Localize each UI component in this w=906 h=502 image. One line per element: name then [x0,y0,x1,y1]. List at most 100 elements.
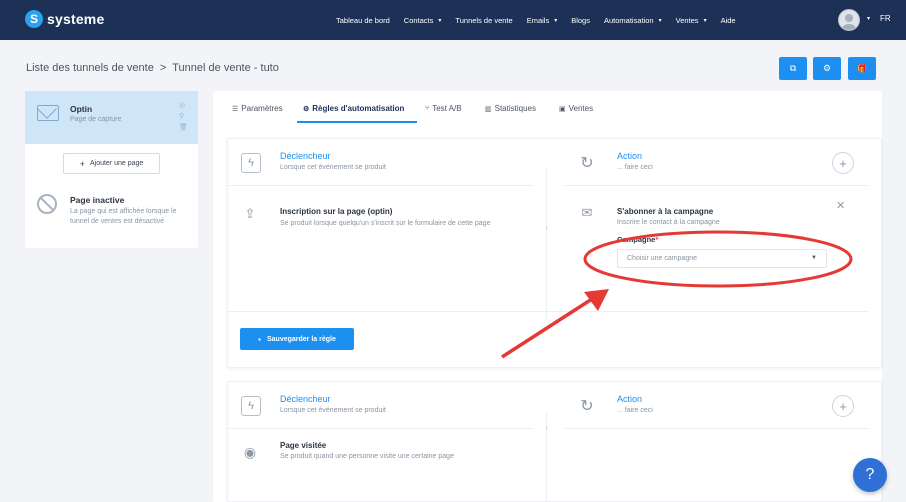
chevron-down-icon: ▾ [438,17,442,24]
action-title: Action [617,151,643,161]
trash-icon[interactable]: 🗑 [179,123,188,131]
nav-item-aide[interactable]: Aide [721,16,736,25]
nav-item-blogs[interactable]: Blogs [571,16,590,25]
tab-test-ab[interactable]: ⑂ Test A/B [425,104,462,113]
add-page-button[interactable]: + Ajouter une page [63,153,160,174]
nav-item-contacts[interactable]: Contacts ▾ [404,16,442,25]
breadcrumb-parent-link[interactable]: Liste des tunnels de vente [26,62,154,74]
save-icon: ▪ [258,334,261,344]
close-icon[interactable]: ✕ [836,199,845,212]
trigger-subtitle: Lorsque cet événement se produit [280,407,386,414]
logo-text: systeme [47,11,105,27]
nav-item-label: Tableau de bord [336,15,390,25]
nav-item-label: Blogs [571,15,590,25]
action-item-title: S'abonner à la campagne [617,207,714,216]
nav-item-label: Automatisation [603,15,654,25]
gears-icon: ⚙ [303,105,310,113]
nav-item-automatisation[interactable]: Automatisation ▾ [604,16,662,25]
page-item-subtitle: Page de capture [70,116,122,123]
cash-icon: ▣ [559,105,566,113]
systeme-logo[interactable]: S systeme [25,10,104,28]
breadcrumb-separator: > [159,62,167,74]
campaign-icon: ✉ [581,205,593,220]
action-subtitle: ... faire ceci [617,407,653,414]
divider [228,185,534,186]
main-nav: Tableau de bord Contacts ▾ Tunnels de vente… [336,0,750,40]
action-title: Action [617,394,643,404]
tab-label: Test A/B [432,104,462,113]
campaign-select-placeholder: Choisir une campagne [627,255,698,262]
ban-icon [37,194,57,214]
nav-item-tableau-de-bord[interactable]: Tableau de bord [336,16,390,25]
action-subtitle: ... faire ceci [617,164,653,171]
breadcrumb: Liste des tunnels de vente > Tunnel de v… [26,62,279,74]
plus-icon: + [79,158,85,169]
action-item-description: Inscrire le contact à la campagne [617,219,720,226]
tab-statistiques[interactable]: ▥ Statistiques [485,104,536,113]
automation-rule-1: ϟ Déclencheur Lorsque cet événement se p… [227,138,882,368]
form-upload-icon: ⇪ [244,206,256,221]
inactive-page-description: La page qui est affichée lorsque le tunn… [70,208,177,225]
envelope-icon [37,105,59,121]
nav-item-label: Ventes [675,15,699,25]
preview-icon[interactable]: ◎ [179,101,188,109]
nav-item-tunnels-de-vente[interactable]: Tunnels de vente [455,16,512,25]
user-avatar[interactable] [838,9,860,31]
nav-item-label: Emails [526,15,550,25]
chevron-down-icon[interactable]: ▾ [867,15,870,22]
chevron-right-icon: › [545,223,549,234]
trigger-item-description: Se produit quand une personne visite une… [280,453,454,460]
chevron-down-icon: ▾ [658,17,662,24]
main-panel: ☰ Paramètres ⚙ Règles d'automatisation ⑂ Te… [213,91,882,502]
language-selector[interactable]: FR [880,14,891,23]
tab-ventes[interactable]: ▣ Ventes [559,104,593,113]
divider [564,428,869,429]
plus-icon: + [839,155,847,171]
tab-label: Ventes [568,104,594,113]
fork-icon: ⑂ [425,105,430,112]
gear-icon: ⚙ [822,63,832,73]
save-rule-label: Sauvegarder la règle [266,335,336,343]
page-item-optin[interactable]: Optin Page de capture ◎ ⚲ 🗑 [25,91,198,144]
external-link-icon: ⧉ [789,63,797,73]
bar-chart-icon: ▥ [485,105,492,113]
trigger-item-title: Inscription sur la page (optin) [280,207,393,216]
help-button[interactable]: ? [853,458,887,492]
tab-label: Statistiques [494,104,536,113]
tab-label: Paramètres [241,104,283,113]
open-external-button[interactable]: ⧉ [779,57,807,80]
chevron-down-icon: ▾ [703,17,707,24]
trigger-subtitle: Lorsque cet événement se produit [280,164,386,171]
inactive-page-title[interactable]: Page inactive [70,195,124,205]
nav-item-ventes[interactable]: Ventes ▾ [676,16,707,25]
eye-icon: ◉ [243,443,257,460]
chevron-right-icon: › [545,422,549,433]
lightning-refresh-icon: ↻ [580,398,594,415]
divider [228,428,534,429]
save-rule-button[interactable]: ▪ Sauvegarder la règle [240,328,354,350]
funnel-pages-sidebar: Optin Page de capture ◎ ⚲ 🗑 + Ajouter un… [25,91,198,248]
logo-icon: S [25,10,43,28]
settings-button[interactable]: ⚙ [813,57,841,80]
tab-bar: ☰ Paramètres ⚙ Règles d'automatisation ⑂ Te… [213,91,882,124]
trigger-item-title: Page visitée [280,441,327,450]
add-action-button[interactable]: + [832,152,854,174]
tab-parametres[interactable]: ☰ Paramètres [232,104,283,113]
trigger-title: Déclencheur [280,151,331,161]
trigger-item-description: Se produit lorsque quelqu'un s'inscrit s… [280,220,491,227]
bolt-icon: ϟ [241,153,261,173]
lightning-refresh-icon: ↻ [580,155,594,172]
breadcrumb-current: Tunnel de vente - tuto [172,62,279,74]
chevron-down-icon: ▾ [554,17,558,24]
gift-button[interactable]: 🎁 [848,57,876,80]
link-icon[interactable]: ⚲ [179,112,188,120]
nav-item-label: Tunnels de vente [455,15,513,25]
campaign-select[interactable]: Choisir une campagne ▼ [617,249,827,268]
nav-item-label: Aide [720,15,736,25]
add-action-button[interactable]: + [832,395,854,417]
automation-rule-2: ϟ Déclencheur Lorsque cet événement se p… [227,381,882,502]
gift-icon: 🎁 [857,64,867,73]
tab-regles-automatisation[interactable]: ⚙ Règles d'automatisation [303,104,404,113]
nav-item-emails[interactable]: Emails ▾ [527,16,558,25]
tab-label: Règles d'automatisation [312,104,405,113]
